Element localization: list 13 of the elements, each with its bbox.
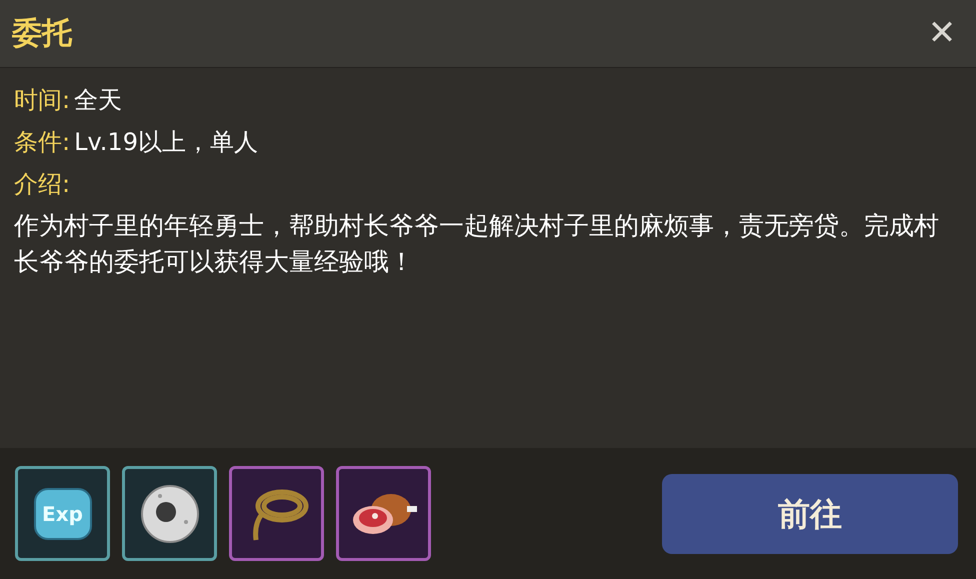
reward-slot[interactable] xyxy=(122,466,217,561)
reward-slot[interactable] xyxy=(336,466,431,561)
reward-slot[interactable] xyxy=(229,466,324,561)
window-title: 委托 xyxy=(12,15,72,53)
field-label: 时间: xyxy=(14,85,70,116)
go-button[interactable]: 前往 xyxy=(662,474,958,554)
field-value: 全天 xyxy=(74,85,122,116)
close-button[interactable]: ✕ xyxy=(920,12,964,56)
field-value: Lv.19以上，单人 xyxy=(74,127,258,158)
field-label: 介绍: xyxy=(14,169,70,200)
field-label: 条件: xyxy=(14,127,70,158)
exp-token: Exp xyxy=(34,488,92,540)
description-text: 作为村子里的年轻勇士，帮助村长爷爷一起解决村子里的麻烦事，责无旁贷。完成村长爷爷的委托可以获得大量经验哦！ xyxy=(14,210,940,278)
